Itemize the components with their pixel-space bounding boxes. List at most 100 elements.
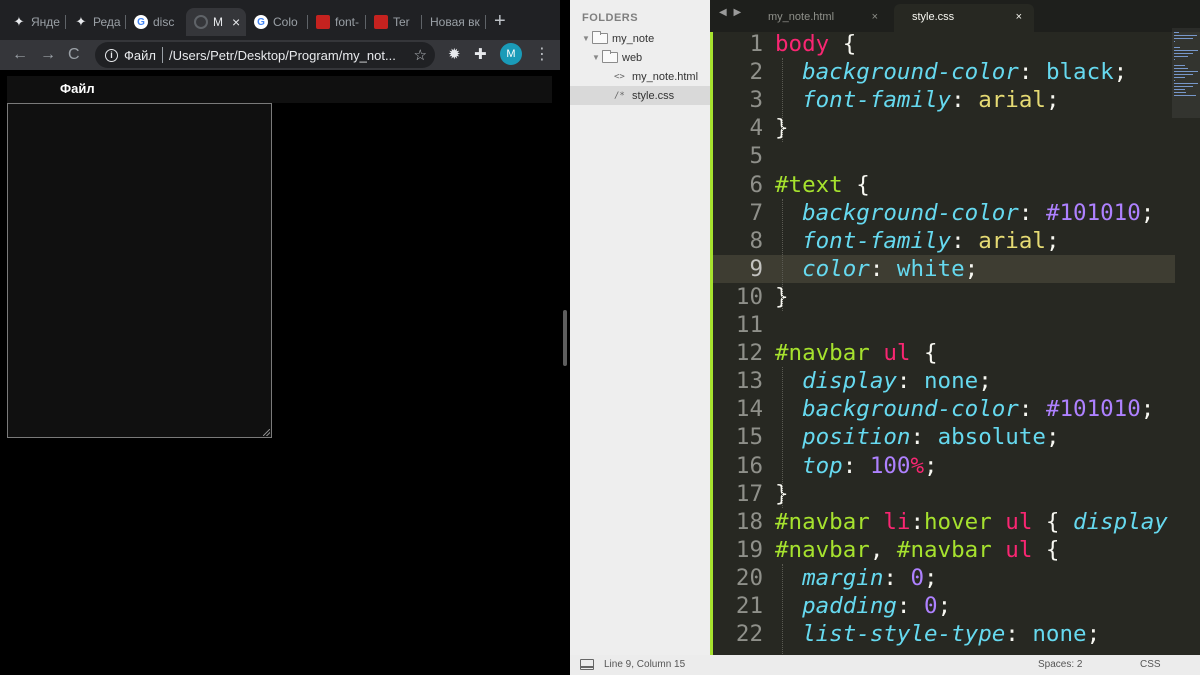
code-token: color — [802, 255, 870, 282]
indent-guide — [782, 367, 783, 508]
code-token: : — [1005, 621, 1033, 648]
panel-toggle-icon[interactable] — [580, 659, 594, 670]
folders-sidebar: FOLDERS ▼ my_note ▼ web <> my_note.html … — [570, 0, 710, 655]
code-token: { — [829, 31, 857, 57]
browser-toolbar: ← → C i Файл /Users/Petr/Desktop/Program… — [0, 40, 560, 70]
code-content: color: white; — [775, 255, 978, 283]
line-number: 17 — [735, 480, 763, 507]
code-token: : — [1018, 59, 1046, 86]
code-token: : — [1018, 199, 1046, 226]
sidebar-item-style-css[interactable]: /* style.css — [570, 86, 710, 105]
sparkle-icon: ✦ — [13, 14, 25, 29]
browser-tab-active[interactable]: M × — [186, 8, 246, 36]
profile-avatar[interactable]: M — [500, 43, 522, 65]
reload-icon[interactable]: C — [68, 44, 80, 66]
sidebar-item-label: my_note.html — [632, 70, 699, 83]
page-viewport: Файл — [0, 70, 560, 675]
address-bar[interactable]: i Файл /Users/Petr/Desktop/Program/my_no… — [95, 42, 435, 68]
browser-menu-icon[interactable]: ⋮ — [534, 44, 550, 66]
code-token: { — [910, 340, 938, 367]
browser-tab[interactable]: Новая вк — [422, 8, 486, 36]
page-navbar[interactable]: Файл — [7, 76, 552, 103]
code-token: #text — [775, 171, 843, 198]
forward-icon[interactable]: → — [40, 44, 56, 66]
syntax-selector[interactable]: CSS — [1140, 659, 1161, 670]
code-token: font-family — [802, 87, 952, 114]
sidebar-title: FOLDERS — [582, 12, 639, 24]
sparkle-icon: ✦ — [75, 14, 87, 29]
sidebar-item-my-note-folder[interactable]: ▼ my_note — [570, 29, 710, 48]
code-line[interactable]: 18 #navbar li:hover ul { display — [713, 508, 1175, 536]
code-token: black — [1045, 59, 1114, 86]
editor-tab-label: style.css — [912, 11, 955, 23]
sidebar-item-web-folder[interactable]: ▼ web — [570, 48, 710, 67]
code-token: display — [802, 368, 897, 395]
browser-window: ✦ Янде ✦ Реда G disc M × G Colo font- Te… — [0, 0, 560, 675]
browser-tab[interactable]: font- — [308, 8, 366, 36]
back-icon[interactable]: ← — [12, 44, 28, 66]
tab-title: Colo — [273, 15, 298, 29]
disclosure-triangle-icon[interactable]: ▼ — [582, 34, 592, 43]
close-tab-icon[interactable]: × — [872, 4, 878, 30]
minimap-line — [1174, 65, 1185, 66]
browser-tab[interactable]: ✦ Янде — [4, 8, 66, 36]
browser-tab[interactable]: G disc — [126, 8, 184, 36]
sidebar-item-my-note-html[interactable]: <> my_note.html — [570, 67, 710, 86]
code-token: display — [1073, 508, 1168, 535]
code-line[interactable]: 5 — [713, 142, 1175, 170]
info-icon[interactable]: i — [105, 48, 118, 62]
indentation-setting[interactable]: Spaces: 2 — [1038, 659, 1082, 670]
new-tab-button[interactable]: + — [494, 10, 506, 32]
code-content: background-color: #101010; — [775, 199, 1154, 227]
tab-title: disc — [153, 15, 175, 29]
navbar-menu-item[interactable]: Файл — [60, 81, 95, 96]
line-number: 10 — [735, 283, 763, 310]
close-tab-icon[interactable]: × — [232, 14, 240, 30]
code-token: ; — [1045, 87, 1060, 114]
code-token: 0 — [924, 593, 938, 619]
line-number: 5 — [749, 143, 763, 170]
disclosure-triangle-icon[interactable]: ▼ — [592, 53, 602, 62]
line-number: 7 — [749, 199, 763, 226]
tab-title: font- — [335, 15, 360, 29]
code-token: margin — [802, 564, 884, 591]
google-icon: G — [254, 15, 268, 29]
close-tab-icon[interactable]: × — [1016, 4, 1022, 30]
minimap-line — [1174, 68, 1189, 69]
code-token: body — [775, 31, 830, 57]
browser-tab[interactable]: Ter — [366, 8, 422, 36]
minimap[interactable] — [1172, 28, 1200, 108]
line-number: 12 — [735, 340, 763, 367]
code-text-area[interactable]: 1 body {2 background-color: black; 3 font-… — [713, 30, 1175, 655]
extension-gear-icon[interactable]: ✹ — [448, 45, 461, 65]
editor-tab-my-note-html[interactable]: my_note.html × — [750, 4, 890, 32]
code-line[interactable]: 11 — [713, 311, 1175, 339]
code-token: ; — [1045, 227, 1060, 254]
tab-title: Ter — [393, 15, 410, 29]
url-text[interactable]: /Users/Petr/Desktop/Program/my_not... — [169, 48, 396, 63]
note-textarea[interactable] — [7, 103, 272, 438]
tab-navigation-arrows-icon[interactable]: ◀ ▶ — [719, 7, 743, 18]
code-line[interactable]: 12 #navbar ul { — [713, 339, 1175, 367]
minimap-line — [1174, 50, 1198, 51]
window-splitter[interactable] — [560, 0, 570, 675]
code-line[interactable]: 1 body { — [713, 30, 1175, 58]
resize-handle-icon[interactable] — [263, 429, 270, 436]
code-token: : — [896, 368, 925, 395]
code-line[interactable]: 19 #navbar, #navbar ul { — [713, 536, 1175, 564]
code-token: ; — [924, 452, 938, 479]
extensions-puzzle-icon[interactable]: ✚ — [474, 45, 487, 65]
browser-tab[interactable]: G Colo — [246, 8, 308, 36]
splitter-handle[interactable] — [563, 310, 567, 366]
code-line[interactable]: 6 #text { — [713, 171, 1175, 199]
code-content: padding: 0; — [775, 592, 951, 620]
browser-tab[interactable]: ✦ Реда — [66, 8, 126, 36]
bookmark-star-icon[interactable]: ☆ — [414, 46, 427, 64]
code-token: background-color — [802, 396, 1019, 423]
editor-tab-style-css[interactable]: style.css × — [894, 4, 1034, 32]
folder-open-icon — [602, 50, 618, 63]
code-token: : — [896, 593, 925, 619]
